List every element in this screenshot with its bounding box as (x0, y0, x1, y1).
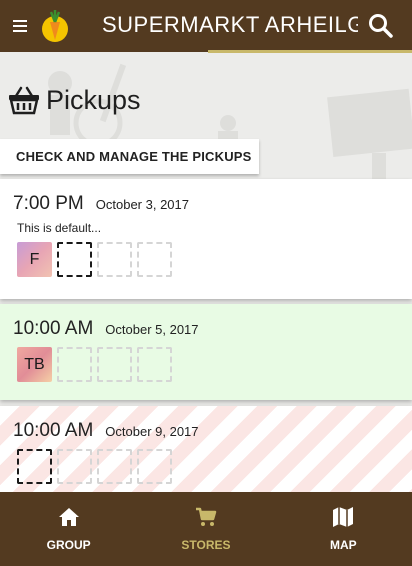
collector-avatar[interactable]: F (17, 242, 52, 277)
pickup-slots: F (17, 242, 412, 277)
nav-map[interactable]: MAP (275, 492, 412, 566)
map-icon (333, 507, 354, 527)
home-icon (58, 508, 79, 526)
empty-slot (57, 347, 92, 382)
empty-slot (97, 449, 132, 484)
cart-icon (195, 507, 217, 526)
pickup-slots (17, 449, 412, 484)
nav-label: MAP (329, 538, 357, 552)
pickup-time: 10:00 AM (13, 420, 94, 441)
page-header: Pickups (8, 84, 141, 116)
app-title: SUPERMARKT ARHEILGEN (102, 12, 358, 37)
search-icon[interactable] (368, 13, 394, 39)
pickup-slots: TB (17, 347, 412, 382)
empty-slot (97, 347, 132, 382)
empty-slot (137, 449, 172, 484)
hamburger-icon (13, 20, 27, 32)
join-slot[interactable] (17, 449, 52, 484)
bottom-navigation: GROUP STORES MAP (0, 492, 412, 566)
pickup-card[interactable]: 7:00 PM October 3, 2017 This is default.… (0, 179, 412, 299)
header-accent-line (208, 50, 412, 53)
top-app-bar: SUPERMARKT ARHEILGEN (0, 0, 412, 52)
empty-slot (137, 347, 172, 382)
pickup-card[interactable]: 10:00 AM October 9, 2017 (0, 406, 412, 496)
nav-label: GROUP (46, 538, 91, 552)
pickup-description: This is default... (17, 221, 102, 235)
pickup-date: October 3, 2017 (95, 197, 189, 212)
page-title: Pickups (46, 84, 141, 115)
manage-pickups-button[interactable]: CHECK AND MANAGE THE PICKUPS (0, 139, 259, 174)
pickup-card[interactable]: 10:00 AM October 5, 2017 TB (0, 304, 412, 400)
nav-stores[interactable]: STORES (137, 492, 274, 566)
app-logo[interactable] (40, 6, 70, 46)
carrot-logo (42, 10, 68, 42)
empty-slot (97, 242, 132, 277)
pickup-time: 7:00 PM (13, 193, 84, 214)
pickup-date: October 9, 2017 (105, 424, 199, 439)
basket-icon (9, 86, 39, 115)
nav-group[interactable]: GROUP (0, 492, 137, 566)
pickup-date: October 5, 2017 (105, 322, 199, 337)
empty-slot (57, 449, 92, 484)
pickup-time: 10:00 AM (13, 318, 94, 339)
empty-slot (137, 242, 172, 277)
collector-avatar[interactable]: TB (17, 347, 52, 382)
menu-button[interactable] (0, 0, 40, 52)
join-slot[interactable] (57, 242, 92, 277)
nav-label: STORES (181, 538, 231, 552)
